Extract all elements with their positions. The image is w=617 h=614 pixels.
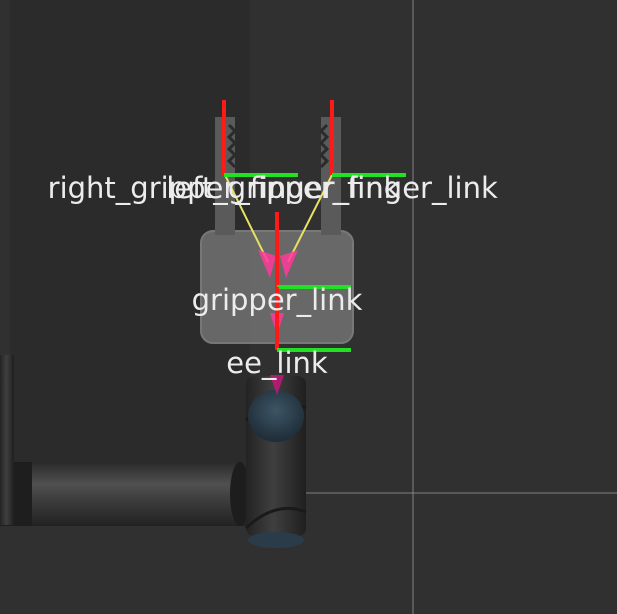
robot-arm-left-stub — [0, 355, 14, 525]
robot-wrist-link — [244, 376, 307, 548]
wrist-cap — [248, 390, 304, 442]
rviz-3d-viewport[interactable]: right_gripper_finger_link left_gripper_f… — [0, 0, 617, 614]
frame-label-left-gripper-finger: left_gripper_finger_link — [166, 171, 498, 205]
scene-render[interactable]: right_gripper_finger_link left_gripper_f… — [0, 0, 617, 614]
frame-label-gripper-link: gripper_link — [192, 283, 363, 317]
frame-label-ee-link: ee_link — [226, 346, 328, 380]
